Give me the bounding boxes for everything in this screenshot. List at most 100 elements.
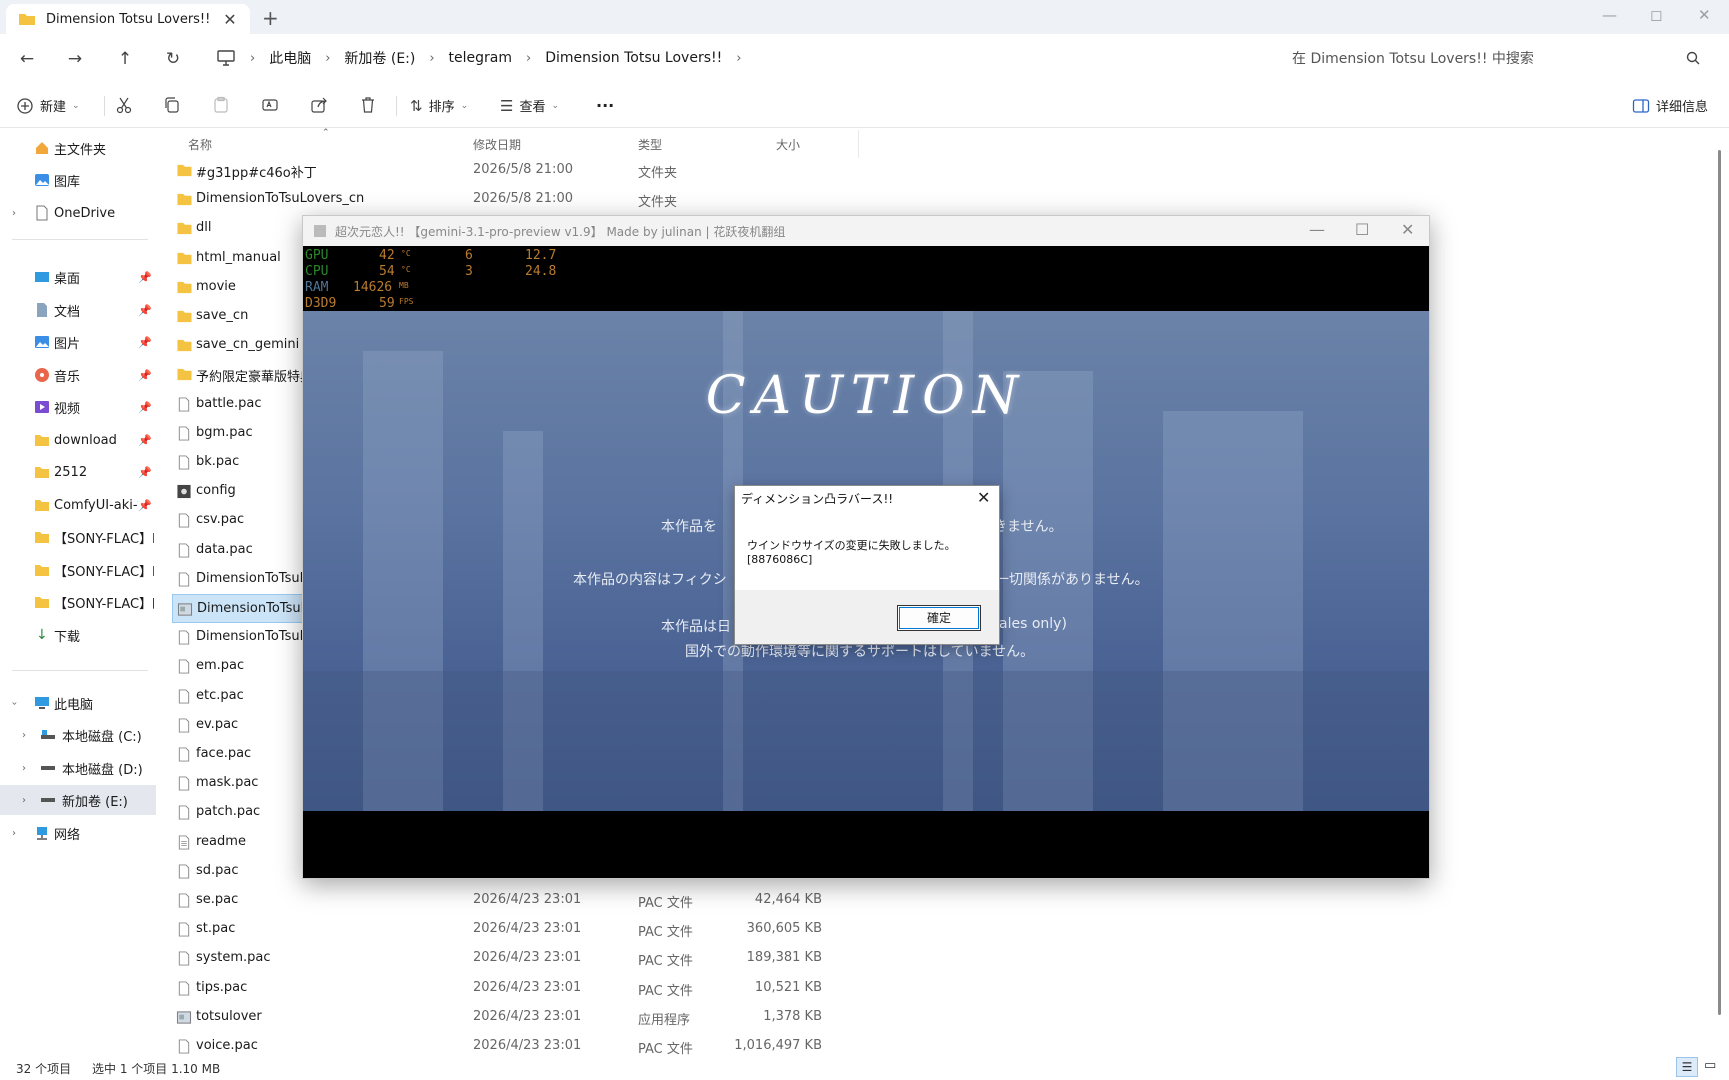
breadcrumb-this-pc[interactable]: 此电脑 xyxy=(269,48,311,68)
expand-chevron-icon[interactable]: › xyxy=(12,208,16,219)
file-icon xyxy=(178,747,190,762)
delete-icon[interactable] xyxy=(359,96,377,114)
error-dialog[interactable]: ディメンション凸ラバース!! ✕ ウインドウサイズの変更に失敗しました。 [88… xyxy=(734,485,1000,645)
sidebar-item-desktop[interactable]: 桌面 📌 xyxy=(0,262,156,292)
copy-icon[interactable] xyxy=(163,96,181,114)
sidebar-item-drive-d[interactable]: › 本地磁盘 (D:) xyxy=(0,753,156,783)
status-bar: 32 个项目 选中 1 个项目 1.10 MB ☰ ▭ xyxy=(0,1055,1729,1080)
new-tab-button[interactable]: + xyxy=(262,6,279,30)
file-size: 42,464 KB xyxy=(754,892,822,907)
sidebar-item-this-pc[interactable]: › 此电脑 xyxy=(0,688,156,718)
file-name: ev.pac xyxy=(196,716,239,732)
file-row[interactable]: totsulover 2026/4/23 23:01 应用程序 1,378 KB xyxy=(172,1003,862,1032)
chevron-down-icon: ⌄ xyxy=(460,100,469,111)
file-name: DimensionToTsuLovers_cn xyxy=(196,191,365,207)
column-header-type[interactable]: 类型 xyxy=(638,136,662,153)
game-title-bar[interactable]: 超次元恋人!! 【gemini-3.1-pro-preview v1.9】 Ma… xyxy=(303,216,1429,246)
folder-icon xyxy=(177,223,192,235)
forward-arrow-icon[interactable]: → xyxy=(64,48,86,70)
more-options-button[interactable]: ··· xyxy=(596,96,614,115)
sidebar-item-drive-c[interactable]: › 本地磁盘 (C:) xyxy=(0,720,156,750)
column-header-size[interactable]: 大小 xyxy=(776,136,800,153)
vertical-scrollbar[interactable] xyxy=(1718,150,1721,1015)
sidebar-item-2512[interactable]: 2512 📌 xyxy=(0,457,156,487)
view-button[interactable]: ☰ 查看 ⌄ xyxy=(500,96,559,116)
sidebar-item-comfyui[interactable]: ComfyUI-aki-v 📌 xyxy=(0,490,156,520)
column-header-name[interactable]: 名称 xyxy=(188,136,212,153)
details-view-icon[interactable]: ☰ xyxy=(1676,1057,1698,1077)
breadcrumb-expand-chevron[interactable]: › xyxy=(736,51,741,66)
sidebar-item-documents[interactable]: 文档 📌 xyxy=(0,295,156,325)
game-maximize-button[interactable]: ☐ xyxy=(1355,220,1369,239)
maximize-button[interactable]: ◻ xyxy=(1650,6,1662,24)
folder-icon xyxy=(19,14,35,25)
sidebar-item-sony-flac-2[interactable]: 【SONY-FLAC】M xyxy=(0,555,156,585)
tab-close-icon[interactable]: ✕ xyxy=(222,10,238,29)
computer-icon[interactable] xyxy=(217,50,235,66)
details-pane-icon xyxy=(1632,98,1650,113)
sidebar-item-music[interactable]: 音乐 📌 xyxy=(0,360,156,390)
game-minimize-button[interactable]: — xyxy=(1309,220,1325,239)
sidebar-item-sony-flac-1[interactable]: 【SONY-FLAC】L xyxy=(0,522,156,552)
file-row[interactable]: DimensionToTsuLovers_cn 2026/5/8 21:00 文件夹 xyxy=(172,185,862,214)
breadcrumb-telegram[interactable]: telegram xyxy=(449,50,512,66)
expand-chevron-icon[interactable]: › xyxy=(22,730,26,741)
column-header-date[interactable]: 修改日期 xyxy=(473,136,521,153)
file-name: mask.pac xyxy=(196,775,259,791)
chevron-down-icon: ⌄ xyxy=(72,100,80,111)
sidebar-item-sony-flac-3[interactable]: 【SONY-FLAC】四 xyxy=(0,587,156,617)
search-input[interactable]: 在 Dimension Totsu Lovers!! 中搜索 xyxy=(1292,48,1534,68)
download-arrow-icon: ↓ xyxy=(36,627,48,643)
breadcrumb-drive-e[interactable]: 新加卷 (E:) xyxy=(344,48,415,68)
file-icon xyxy=(178,718,190,733)
details-pane-button[interactable]: 详细信息 xyxy=(1632,96,1708,115)
sidebar-item-network[interactable]: › 网络 xyxy=(0,818,156,848)
game-window-title: 超次元恋人!! 【gemini-3.1-pro-preview v1.9】 Ma… xyxy=(335,224,786,239)
sidebar-item-drive-e[interactable]: › 新加卷 (E:) xyxy=(0,785,156,815)
file-icon xyxy=(178,893,190,908)
expand-chevron-icon[interactable]: › xyxy=(12,828,16,839)
file-row[interactable]: st.pac 2026/4/23 23:01 PAC 文件 360,605 KB xyxy=(172,915,862,944)
file-icon xyxy=(178,1039,190,1054)
file-row[interactable]: tips.pac 2026/4/23 23:01 PAC 文件 10,521 KB xyxy=(172,974,862,1003)
sidebar-item-home[interactable]: 主文件夹 xyxy=(0,133,156,163)
dialog-ok-button[interactable]: 確定 xyxy=(897,605,981,631)
pin-icon: 📌 xyxy=(138,335,152,349)
cut-icon[interactable] xyxy=(115,96,133,114)
expand-chevron-icon[interactable]: › xyxy=(22,763,26,774)
sidebar-item-pictures[interactable]: 图片 📌 xyxy=(0,327,156,357)
sidebar-item-videos[interactable]: 视频 📌 xyxy=(0,392,156,422)
file-row[interactable]: se.pac 2026/4/23 23:01 PAC 文件 42,464 KB xyxy=(172,886,862,915)
file-name: config xyxy=(196,483,236,499)
file-name: save_cn xyxy=(196,308,249,323)
refresh-icon[interactable]: ↻ xyxy=(162,48,184,70)
dialog-close-button[interactable]: ✕ xyxy=(977,488,990,507)
file-name: etc.pac xyxy=(196,687,244,703)
gallery-icon xyxy=(35,174,49,186)
collapse-chevron-icon[interactable]: › xyxy=(9,701,20,705)
new-button-label: 新建 xyxy=(40,100,67,115)
breadcrumb-current-folder[interactable]: Dimension Totsu Lovers!! xyxy=(545,50,722,66)
tab-dimension-totsu[interactable]: Dimension Totsu Lovers!! ✕ xyxy=(6,4,250,34)
up-arrow-icon[interactable]: ↑ xyxy=(114,48,136,70)
sort-ascending-icon: ⌃ xyxy=(322,128,330,138)
minimize-button[interactable]: — xyxy=(1602,6,1617,24)
back-arrow-icon[interactable]: ← xyxy=(16,48,38,70)
sort-button[interactable]: ⇅ 排序 ⌄ xyxy=(410,96,469,116)
sidebar-item-download[interactable]: download 📌 xyxy=(0,425,156,455)
new-button[interactable]: 新建 ⌄ xyxy=(16,96,80,115)
game-close-button[interactable]: ✕ xyxy=(1401,220,1414,239)
file-row[interactable]: #g31pp#c46o补丁 2026/5/8 21:00 文件夹 xyxy=(172,156,862,185)
paste-icon[interactable] xyxy=(212,96,230,114)
rename-icon[interactable] xyxy=(261,96,279,114)
share-icon[interactable] xyxy=(310,96,328,114)
sidebar-item-gallery[interactable]: 图库 xyxy=(0,165,156,195)
large-icons-view-icon[interactable]: ▭ xyxy=(1704,1058,1716,1073)
file-row[interactable]: system.pac 2026/4/23 23:01 PAC 文件 189,381 K… xyxy=(172,944,862,973)
sidebar-item-downloads[interactable]: ↓ 下载 xyxy=(0,620,156,650)
sidebar-item-onedrive[interactable]: › OneDrive xyxy=(0,198,156,228)
search-box[interactable]: 在 Dimension Totsu Lovers!! 中搜索 xyxy=(1276,40,1716,76)
close-window-button[interactable]: ✕ xyxy=(1698,6,1711,24)
game-app-icon xyxy=(314,225,326,237)
expand-chevron-icon[interactable]: › xyxy=(22,795,26,806)
